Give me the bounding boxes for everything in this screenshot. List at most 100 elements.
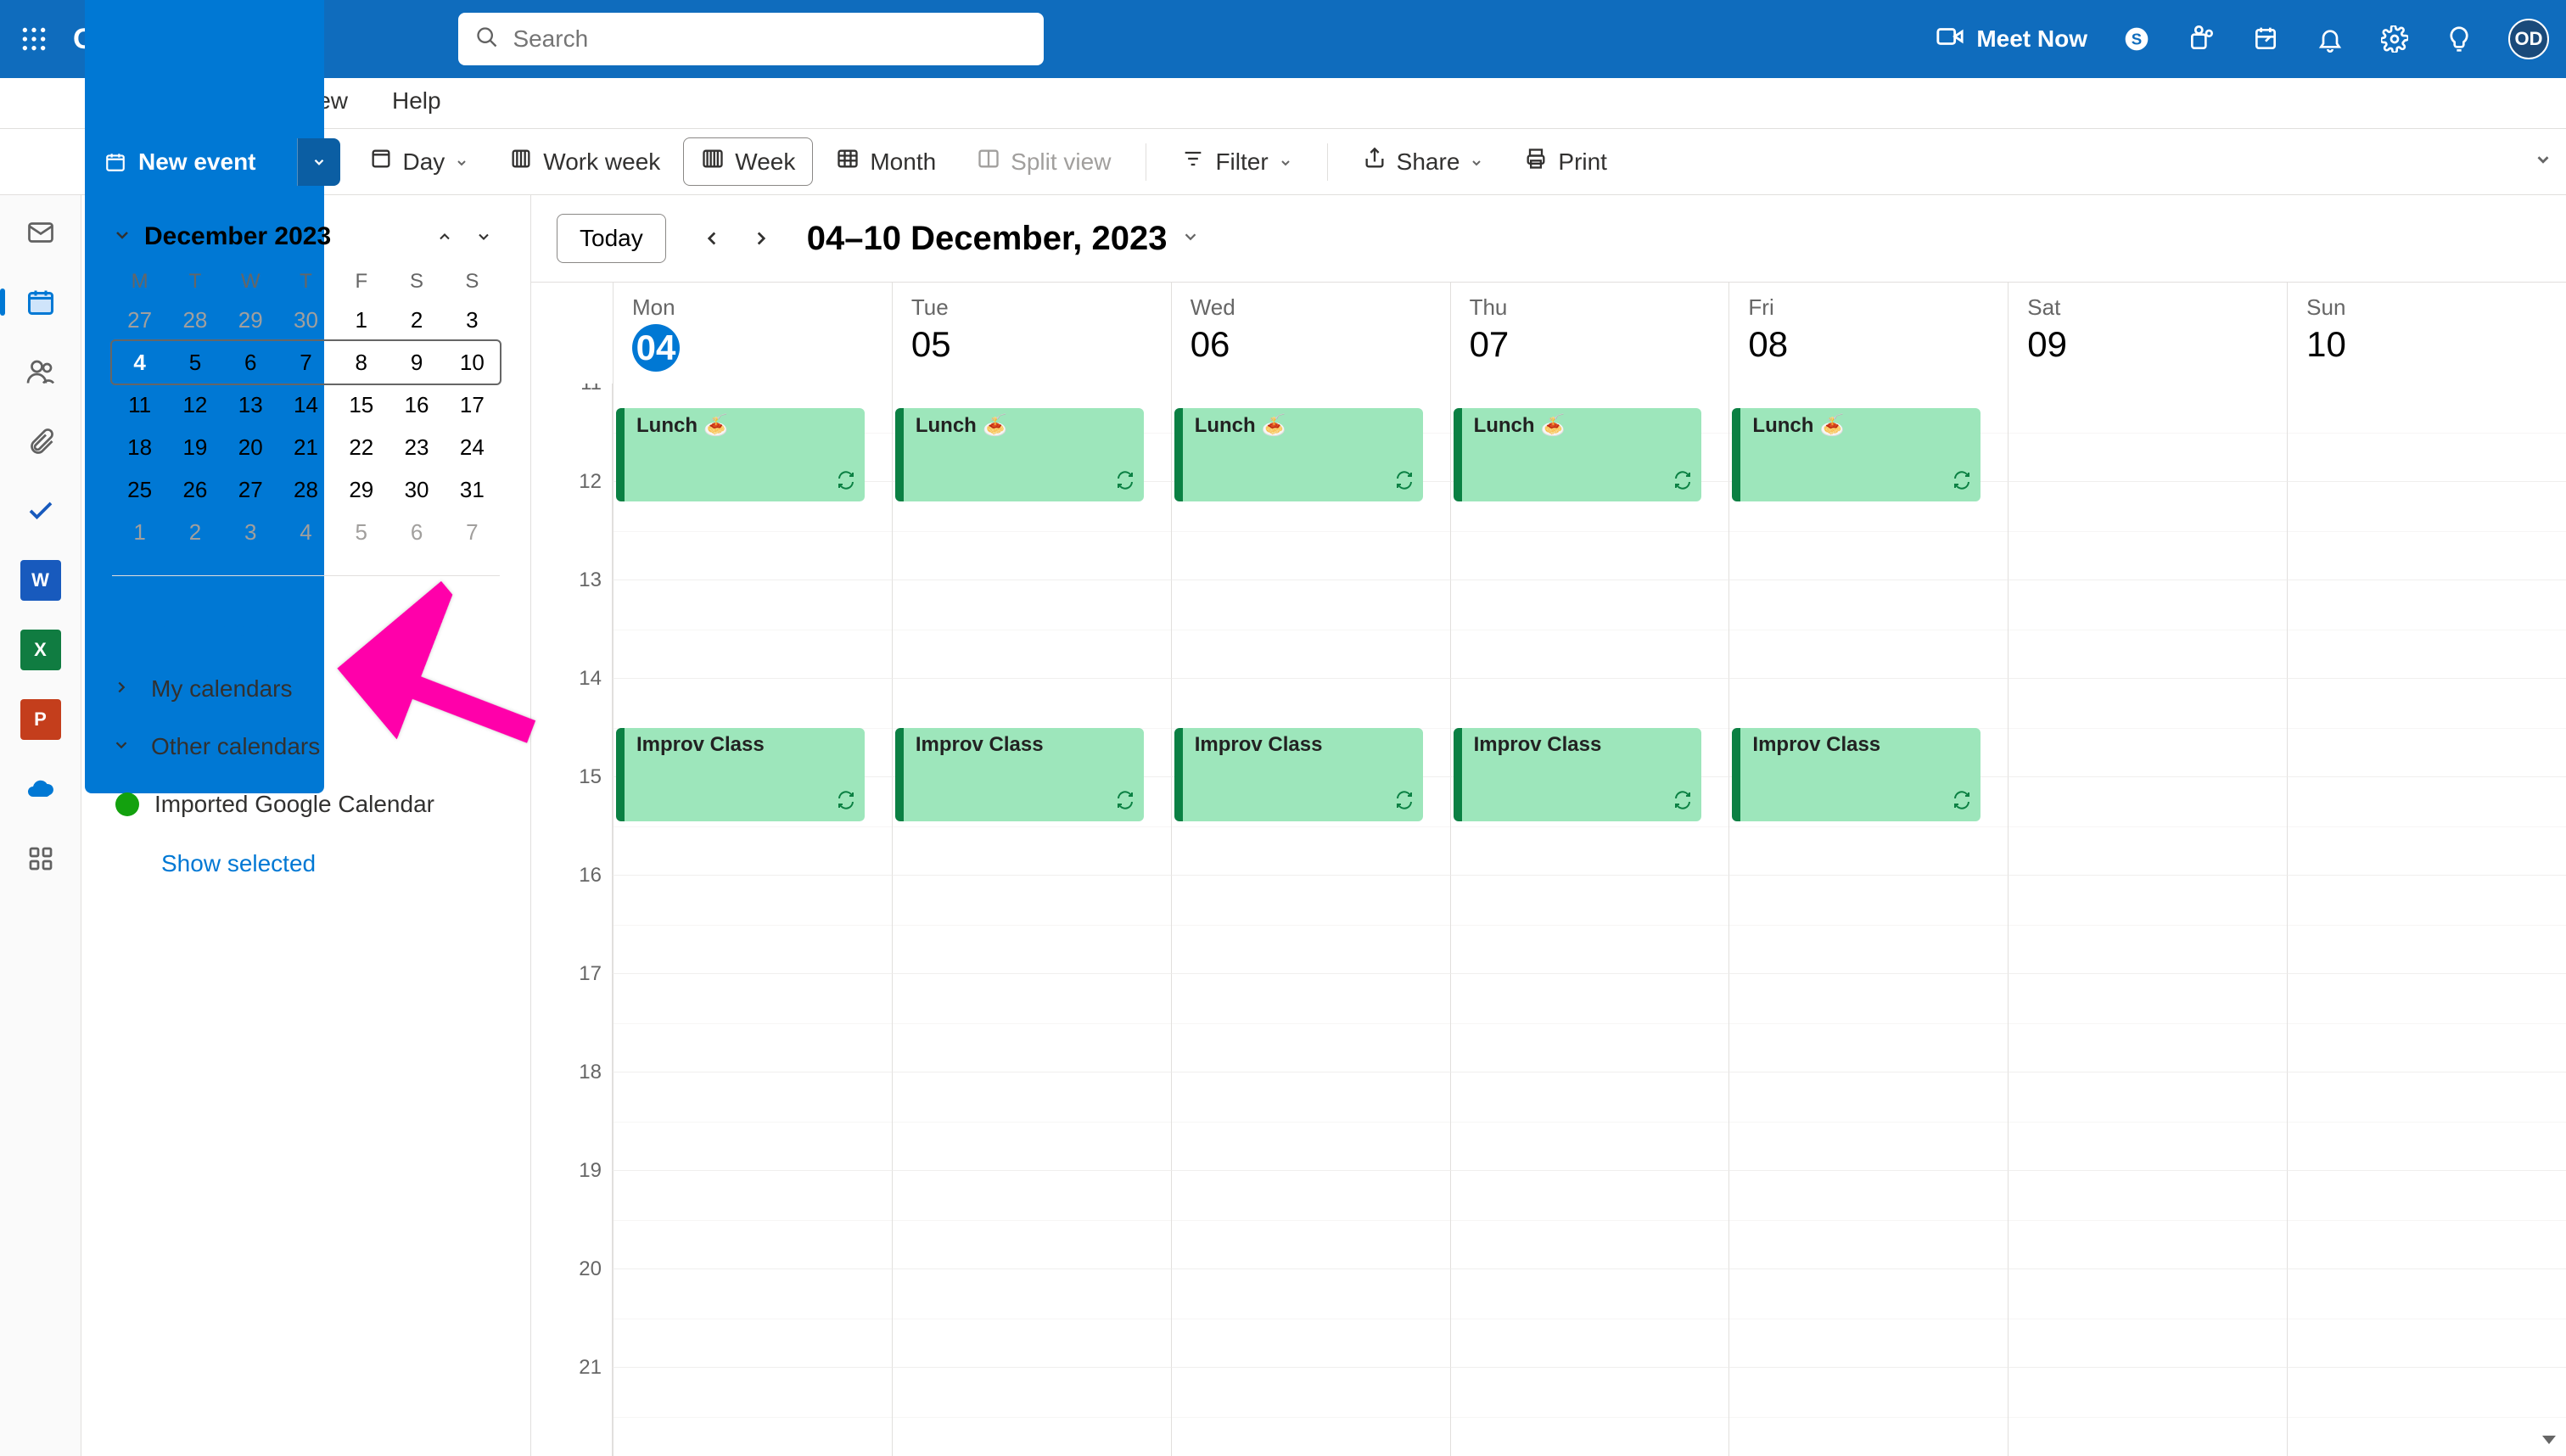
rail-calendar[interactable] bbox=[20, 282, 61, 322]
time-slot[interactable] bbox=[892, 876, 1171, 974]
mini-cal-day[interactable]: 21 bbox=[286, 428, 325, 467]
time-slot[interactable] bbox=[1728, 1072, 2008, 1171]
time-slot[interactable] bbox=[2008, 1072, 2287, 1171]
view-week-button[interactable]: Week bbox=[683, 137, 813, 186]
mini-cal-day[interactable]: 14 bbox=[286, 385, 325, 424]
time-slot[interactable] bbox=[2008, 876, 2287, 974]
mini-calendar-month-label[interactable]: December 2023 bbox=[144, 222, 417, 251]
rail-mail[interactable] bbox=[20, 212, 61, 253]
other-calendars-group[interactable]: Other calendars bbox=[112, 718, 500, 776]
new-event-dropdown-icon[interactable] bbox=[297, 138, 340, 186]
time-slot[interactable] bbox=[2008, 1171, 2287, 1269]
mini-cal-day[interactable]: 5 bbox=[176, 343, 215, 382]
view-month-button[interactable]: Month bbox=[818, 137, 954, 186]
time-slot[interactable] bbox=[613, 876, 892, 974]
mini-cal-day[interactable]: 25 bbox=[120, 470, 160, 509]
notifications-icon[interactable] bbox=[2315, 24, 2345, 54]
split-view-button[interactable]: Split view bbox=[959, 137, 1129, 186]
time-slot[interactable] bbox=[2287, 1368, 2566, 1456]
rail-people[interactable] bbox=[20, 351, 61, 392]
time-slot[interactable] bbox=[1450, 1269, 1729, 1368]
time-slot[interactable] bbox=[2008, 974, 2287, 1072]
time-slot[interactable] bbox=[2287, 384, 2566, 482]
mini-cal-day[interactable]: 20 bbox=[231, 428, 270, 467]
account-avatar[interactable]: OD bbox=[2508, 19, 2549, 59]
view-day-button[interactable]: Day bbox=[351, 137, 487, 186]
rail-more-apps[interactable] bbox=[20, 838, 61, 879]
time-slot[interactable] bbox=[1171, 1072, 1450, 1171]
rail-todo[interactable] bbox=[20, 490, 61, 531]
next-month-icon[interactable] bbox=[468, 221, 500, 253]
time-slot[interactable] bbox=[1171, 1368, 1450, 1456]
calendar-event[interactable]: Lunch 🍝 bbox=[1174, 408, 1423, 501]
search-box[interactable] bbox=[458, 13, 1044, 65]
time-slot[interactable] bbox=[2008, 679, 2287, 777]
time-slot[interactable] bbox=[2008, 482, 2287, 580]
mini-cal-day[interactable]: 10 bbox=[452, 343, 491, 382]
rail-word[interactable]: W bbox=[20, 560, 61, 601]
mini-cal-day[interactable]: 16 bbox=[397, 385, 436, 424]
ribbon-collapse-icon[interactable] bbox=[2534, 150, 2552, 173]
time-slot[interactable] bbox=[613, 1368, 892, 1456]
time-slot[interactable] bbox=[2287, 777, 2566, 876]
hour-grid[interactable]: 1112131415161718192021Lunch 🍝Lunch 🍝Lunc… bbox=[531, 384, 2566, 1456]
teams-icon[interactable] bbox=[2186, 24, 2216, 54]
mini-cal-day[interactable]: 9 bbox=[397, 343, 436, 382]
time-slot[interactable] bbox=[1728, 974, 2008, 1072]
day-header[interactable]: Sat09 bbox=[2008, 283, 2287, 384]
mini-cal-day[interactable]: 6 bbox=[231, 343, 270, 382]
time-slot[interactable] bbox=[613, 1171, 892, 1269]
mini-cal-day[interactable]: 26 bbox=[176, 470, 215, 509]
time-slot[interactable] bbox=[613, 974, 892, 1072]
time-slot[interactable] bbox=[2287, 1072, 2566, 1171]
time-slot[interactable] bbox=[2008, 1269, 2287, 1368]
mini-cal-day[interactable]: 1 bbox=[120, 512, 160, 552]
time-slot[interactable] bbox=[2287, 580, 2566, 679]
settings-icon[interactable] bbox=[2379, 24, 2410, 54]
mini-cal-day[interactable]: 3 bbox=[231, 512, 270, 552]
time-slot[interactable] bbox=[1171, 1171, 1450, 1269]
time-slot[interactable] bbox=[2287, 876, 2566, 974]
mini-cal-day[interactable]: 8 bbox=[342, 343, 381, 382]
view-work-week-button[interactable]: Work week bbox=[491, 137, 678, 186]
mini-cal-day[interactable]: 7 bbox=[452, 512, 491, 552]
show-selected-link[interactable]: Show selected bbox=[161, 850, 500, 877]
time-slot[interactable] bbox=[1450, 1368, 1729, 1456]
time-slot[interactable] bbox=[613, 1072, 892, 1171]
day-header[interactable]: Fri08 bbox=[1728, 283, 2008, 384]
time-slot[interactable] bbox=[1728, 1171, 2008, 1269]
mini-cal-day[interactable]: 29 bbox=[342, 470, 381, 509]
share-button[interactable]: Share bbox=[1345, 137, 1502, 186]
time-slot[interactable] bbox=[1728, 876, 2008, 974]
mini-cal-day[interactable]: 4 bbox=[286, 512, 325, 552]
mini-cal-day[interactable]: 7 bbox=[286, 343, 325, 382]
time-slot[interactable] bbox=[2287, 482, 2566, 580]
search-input[interactable] bbox=[513, 25, 1027, 53]
mini-cal-day[interactable]: 18 bbox=[120, 428, 160, 467]
time-slot[interactable] bbox=[2287, 974, 2566, 1072]
calendar-event[interactable]: Lunch 🍝 bbox=[616, 408, 865, 501]
time-slot[interactable] bbox=[613, 1269, 892, 1368]
time-slot[interactable] bbox=[1450, 1072, 1729, 1171]
meet-now-button[interactable]: Meet Now bbox=[1936, 22, 2087, 57]
time-slot[interactable] bbox=[892, 580, 1171, 679]
calendar-event[interactable]: Improv Class bbox=[895, 728, 1144, 821]
mini-cal-day[interactable]: 15 bbox=[342, 385, 381, 424]
day-header[interactable]: Wed06 bbox=[1171, 283, 1450, 384]
calendar-event[interactable]: Improv Class bbox=[1174, 728, 1423, 821]
mini-cal-day[interactable]: 1 bbox=[342, 300, 381, 339]
tab-help[interactable]: Help bbox=[392, 87, 441, 128]
mini-cal-day[interactable]: 30 bbox=[397, 470, 436, 509]
rail-powerpoint[interactable]: P bbox=[20, 699, 61, 740]
day-header[interactable]: Tue05 bbox=[892, 283, 1171, 384]
time-slot[interactable] bbox=[2287, 1171, 2566, 1269]
my-day-icon[interactable] bbox=[2250, 24, 2281, 54]
rail-excel[interactable]: X bbox=[20, 630, 61, 670]
filter-button[interactable]: Filter bbox=[1163, 137, 1309, 186]
mini-cal-day[interactable]: 2 bbox=[176, 512, 215, 552]
time-slot[interactable] bbox=[2287, 679, 2566, 777]
mini-cal-day[interactable]: 13 bbox=[231, 385, 270, 424]
rail-onedrive[interactable] bbox=[20, 769, 61, 809]
time-slot[interactable] bbox=[1171, 580, 1450, 679]
calendar-event[interactable]: Improv Class bbox=[1732, 728, 1981, 821]
